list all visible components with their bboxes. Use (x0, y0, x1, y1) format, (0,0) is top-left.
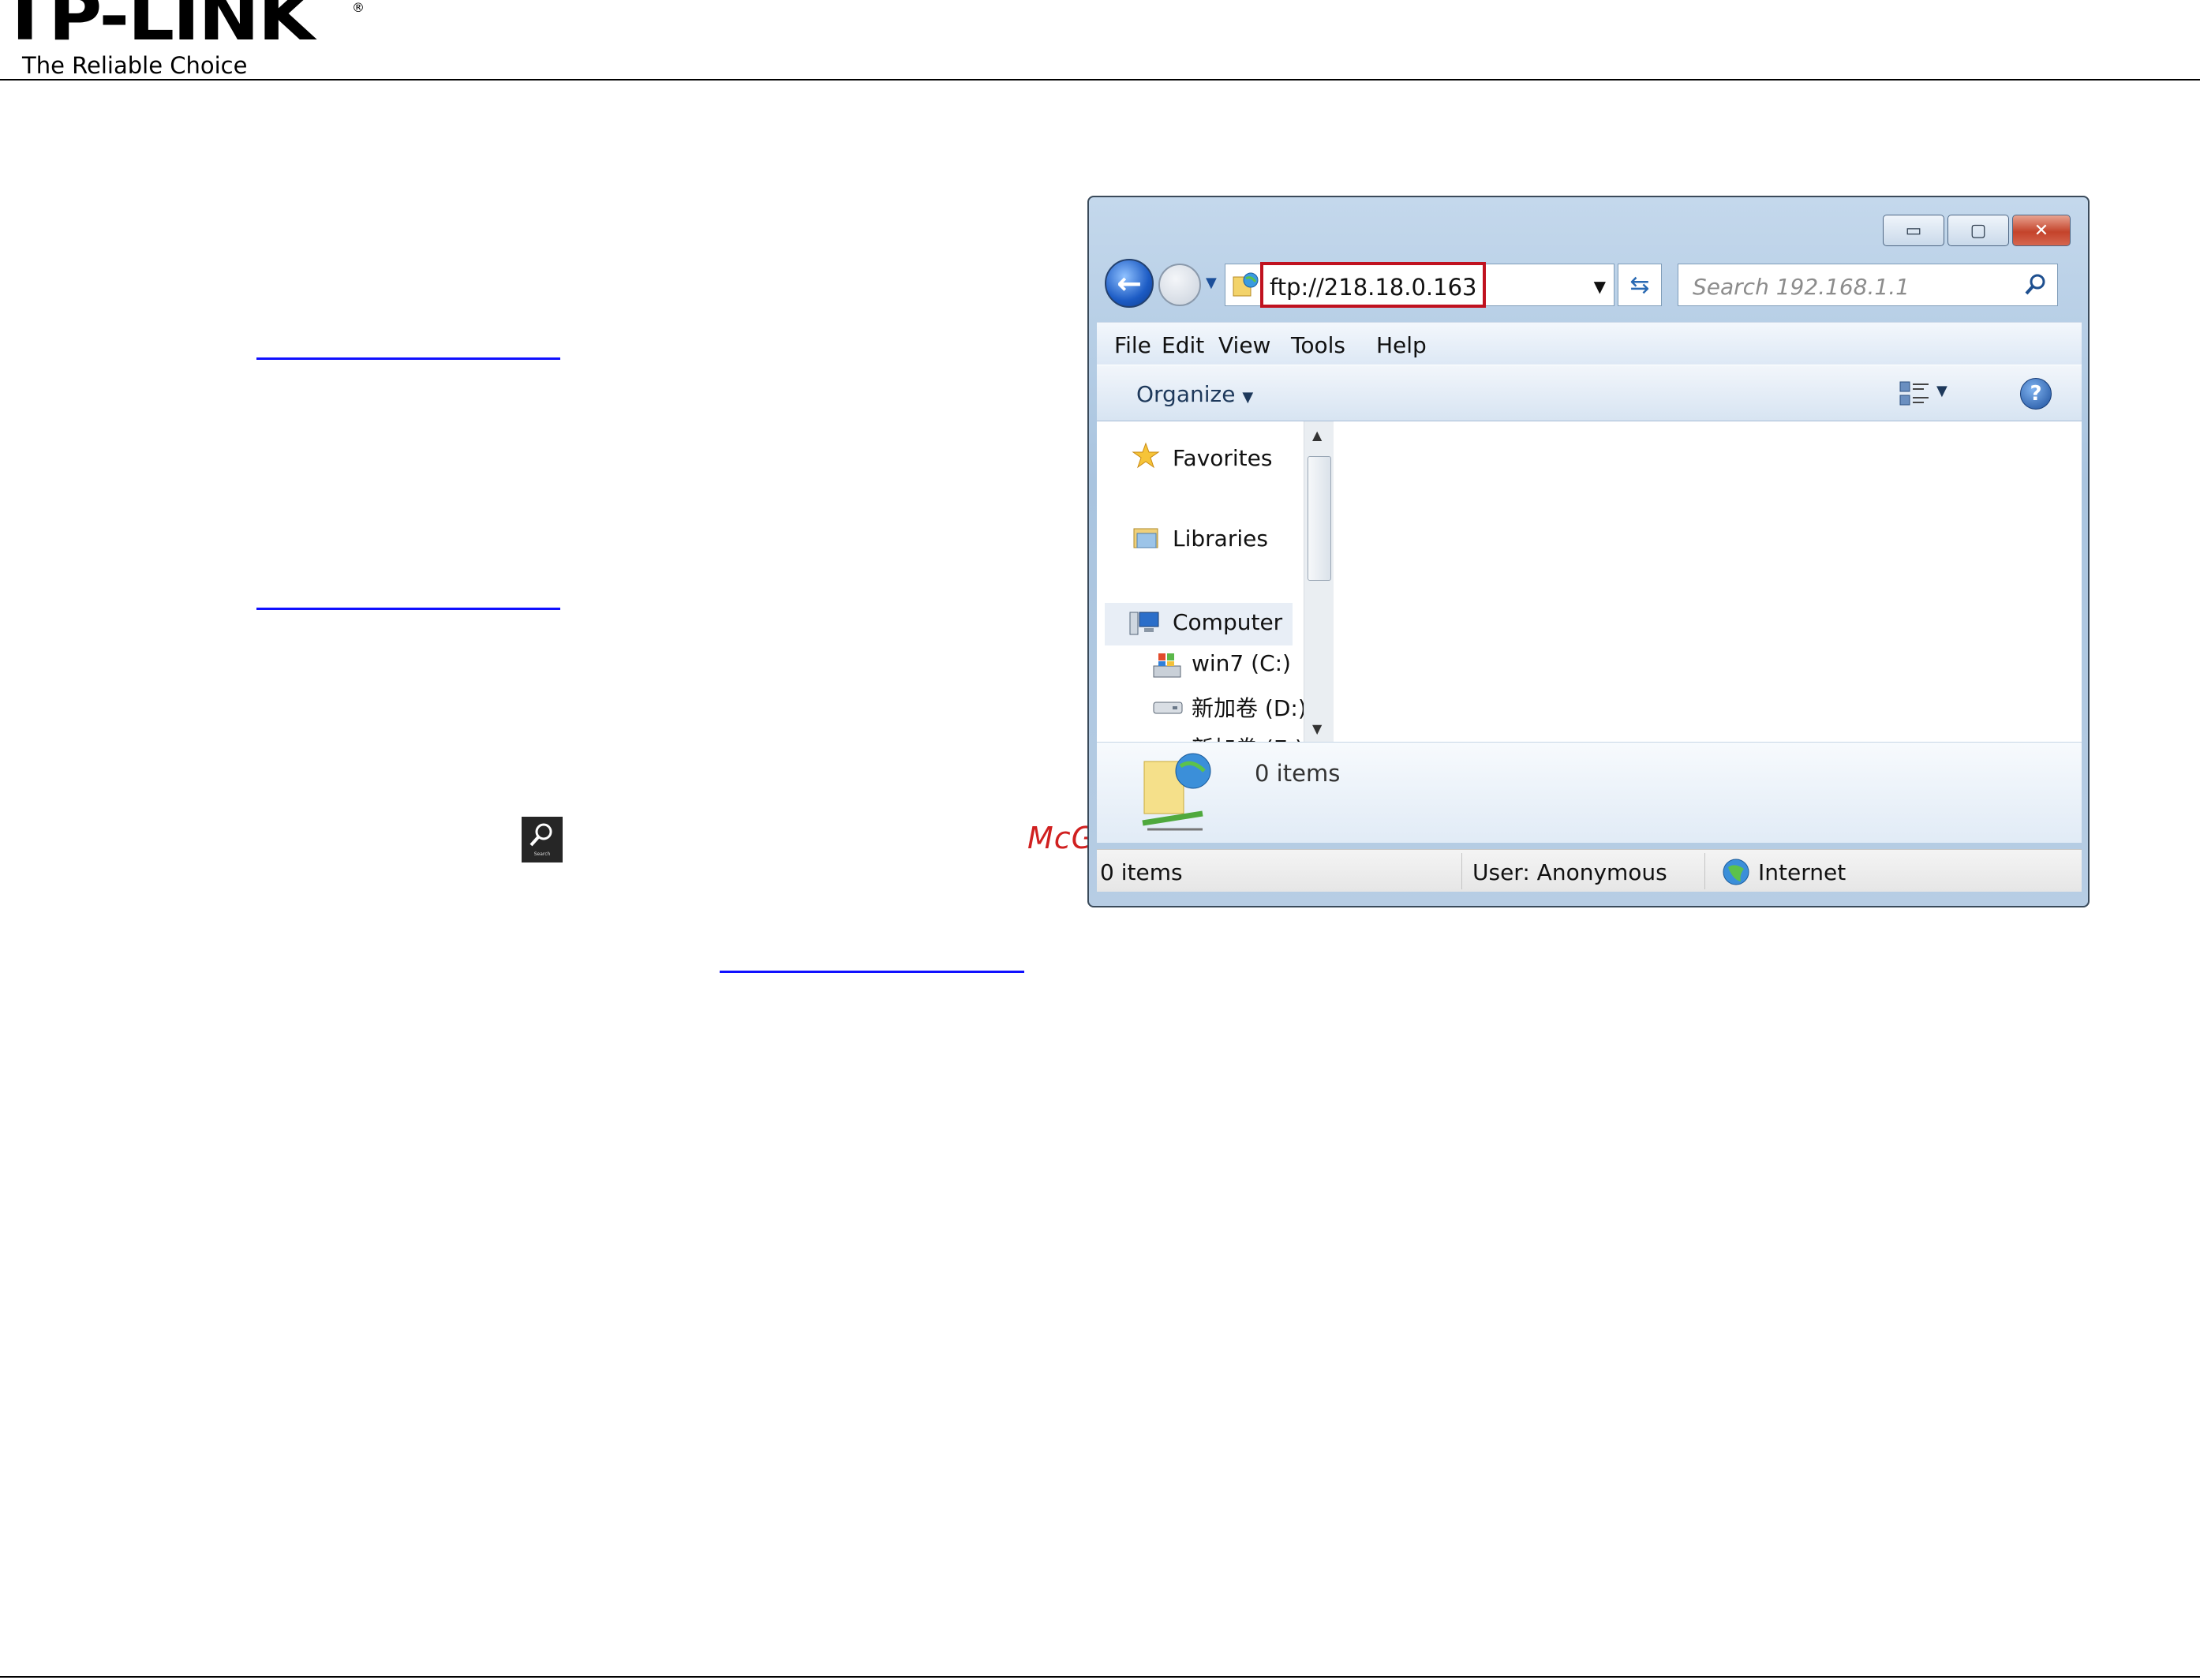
document-link-3[interactable] (720, 971, 1024, 973)
details-pane: 0 items (1097, 742, 2082, 843)
ftp-folder-icon (1142, 753, 1211, 831)
registered-mark: ® (352, 0, 365, 15)
navigation-pane: Favorites Libraries Computer win7 (C:) 新… (1097, 421, 1334, 742)
address-bar[interactable]: ftp://218.18.0.163 ▼ (1225, 262, 1614, 308)
change-view-icon[interactable] (1899, 380, 1930, 408)
search-icon[interactable] (2022, 272, 2048, 297)
refresh-button[interactable]: ⇆ (1618, 264, 1662, 306)
ftp-site-icon (1233, 272, 1259, 297)
nav-drive-e[interactable]: 新加卷 (E:) (1192, 702, 1304, 742)
window-caption-buttons: ▭ ▢ ✕ (1883, 215, 2071, 246)
explorer-content: Favorites Libraries Computer win7 (C:) 新… (1097, 421, 2082, 742)
scroll-up-icon[interactable]: ▲ (1312, 428, 1322, 443)
search-icon (529, 823, 552, 847)
libraries-icon (1133, 528, 1158, 548)
details-item-count: 0 items (1255, 760, 1341, 787)
organize-button[interactable]: Organize ▼ (1136, 381, 1253, 407)
menu-view[interactable]: View (1218, 332, 1270, 358)
minimize-icon: ▭ (1905, 220, 1922, 241)
nav-libraries[interactable]: Libraries (1173, 526, 1268, 552)
brand-logo: TP-LINK (0, 0, 315, 56)
document-link-1[interactable] (256, 357, 560, 360)
status-bar: 0 items User: Anonymous Internet (1097, 849, 2082, 892)
minimize-button[interactable]: ▭ (1883, 215, 1944, 246)
chevron-down-icon: ▼ (1242, 389, 1254, 406)
computer-icon (1129, 612, 1159, 635)
nav-favorites[interactable]: Favorites (1173, 445, 1272, 471)
scroll-down-icon[interactable]: ▼ (1312, 721, 1322, 736)
hard-drive-icon (1153, 702, 1183, 714)
status-zone: Internet (1758, 859, 1846, 885)
close-button[interactable]: ✕ (2012, 215, 2071, 246)
menu-edit[interactable]: Edit (1162, 332, 1204, 358)
nav-scrollbar[interactable]: ▲ ▼ (1304, 421, 1334, 742)
brand-tagline: The Reliable Choice (22, 52, 248, 79)
help-icon[interactable]: ? (2020, 378, 2052, 410)
search-placeholder: Search 192.168.1.1 (1693, 274, 1910, 300)
close-icon: ✕ (2034, 220, 2049, 241)
search-charm-caption: Search (533, 851, 551, 857)
organize-label: Organize (1136, 381, 1236, 407)
search-box[interactable]: Search 192.168.1.1 (1678, 264, 2058, 306)
scroll-thumb[interactable] (1308, 456, 1331, 581)
command-bar: Organize ▼ ▼ ? (1097, 365, 2082, 421)
search-charm-icon: Search (522, 817, 563, 862)
arrow-left-icon: ← (1117, 266, 1142, 301)
forward-button[interactable] (1158, 264, 1201, 306)
maximize-button[interactable]: ▢ (1947, 215, 2009, 246)
navigation-bar: ← ▼ ftp://218.18.0.163 ▼ ⇆ Search 192.16… (1105, 259, 2075, 311)
status-divider (1704, 853, 1705, 889)
view-dropdown-icon[interactable]: ▼ (1936, 383, 1947, 399)
history-dropdown-icon[interactable]: ▼ (1206, 275, 1223, 292)
explorer-window: ▭ ▢ ✕ ← ▼ ftp://218.18.0.163 ▼ ⇆ Search … (1087, 196, 2090, 907)
nav-drive-c[interactable]: win7 (C:) (1192, 650, 1291, 676)
address-dropdown-icon[interactable]: ▼ (1594, 277, 1606, 296)
status-items: 0 items (1100, 859, 1183, 885)
refresh-icon: ⇆ (1629, 271, 1650, 299)
star-icon (1132, 442, 1160, 469)
address-highlight-box (1260, 262, 1486, 308)
menu-file[interactable]: File (1114, 332, 1151, 358)
menu-bar: File Edit View Tools Help (1097, 322, 2082, 365)
system-drive-icon (1153, 653, 1181, 678)
nav-computer[interactable]: Computer (1173, 609, 1282, 635)
status-user: User: Anonymous (1472, 859, 1667, 885)
header-divider (0, 79, 2200, 80)
status-divider (1461, 853, 1462, 889)
document-link-2[interactable] (256, 608, 560, 610)
maximize-icon: ▢ (1970, 220, 1987, 241)
footer-divider (0, 1676, 2200, 1678)
menu-tools[interactable]: Tools (1291, 332, 1345, 358)
menu-help[interactable]: Help (1376, 332, 1427, 358)
globe-icon (1723, 859, 1749, 885)
back-button[interactable]: ← (1105, 259, 1154, 308)
